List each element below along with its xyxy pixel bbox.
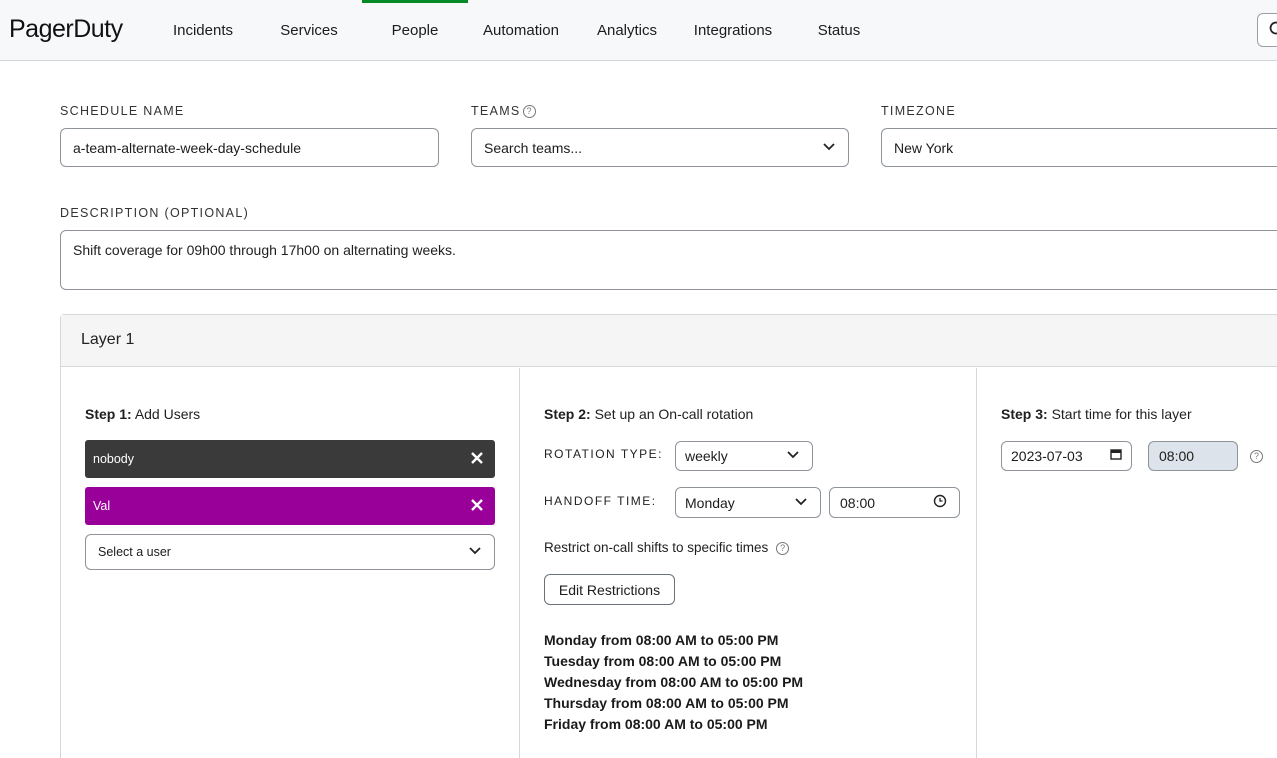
nav-integrations[interactable]: Integrations (688, 0, 778, 61)
schedule-name-input[interactable]: a-team-alternate-week-day-schedule (60, 128, 439, 167)
timezone-select[interactable]: New York (881, 128, 1277, 167)
help-icon[interactable]: ? (1250, 450, 1263, 463)
start-date-input[interactable]: 2023-07-03 (1001, 441, 1132, 471)
column-divider (976, 368, 977, 758)
pagerduty-logo[interactable]: PagerDuty (9, 15, 123, 44)
timezone-label: TIMEZONE (881, 104, 956, 118)
timezone-value: New York (894, 139, 954, 156)
step3-heading: Step 3: Start time for this layer (1001, 406, 1192, 422)
chevron-down-icon (822, 139, 836, 153)
step1-heading: Step 1: Add Users (85, 406, 200, 422)
edit-restrictions-button[interactable]: Edit Restrictions (544, 574, 675, 605)
nav-people[interactable]: People (362, 0, 468, 61)
step2-text: Set up an On-call rotation (594, 406, 754, 422)
teams-label-wrap: TEAMS? (471, 104, 536, 118)
chevron-down-icon (786, 447, 800, 461)
description-value: Shift coverage for 09h00 through 17h00 o… (73, 242, 456, 258)
restrict-label: Restrict on-call shifts to specific time… (544, 540, 769, 555)
rotation-type-value: weekly (685, 448, 728, 464)
user-name: Val (93, 499, 111, 513)
calendar-icon[interactable] (1109, 447, 1123, 461)
handoff-day-select[interactable]: Monday (675, 487, 821, 518)
search-icon (1268, 20, 1277, 43)
top-nav: PagerDuty Incidents Services People Auto… (0, 0, 1277, 61)
start-date-value: 2023-07-03 (1011, 448, 1083, 464)
nav-search-button[interactable] (1257, 13, 1277, 47)
nav-automation[interactable]: Automation (478, 0, 564, 61)
restrict-heading: Restrict on-call shifts to specific time… (544, 540, 790, 555)
handoff-time-value: 08:00 (840, 494, 876, 511)
help-icon[interactable]: ? (776, 542, 790, 555)
nav-incidents[interactable]: Incidents (163, 0, 243, 61)
description-textarea[interactable]: Shift coverage for 09h00 through 17h00 o… (60, 230, 1277, 290)
nav-services[interactable]: Services (269, 0, 349, 61)
handoff-time-label: HANDOFF TIME: (544, 494, 657, 508)
step1-prefix: Step 1: (85, 406, 132, 422)
layer-header: Layer 1 (61, 315, 1277, 367)
schedule-name-label: SCHEDULE NAME (60, 104, 185, 118)
user-name: nobody (93, 452, 135, 466)
handoff-time-input[interactable]: 08:00 (829, 487, 960, 518)
help-icon[interactable]: ? (522, 105, 536, 118)
clock-icon[interactable] (933, 494, 947, 508)
column-divider (519, 368, 520, 758)
user-pill: Val (85, 487, 495, 525)
step1-text: Add Users (134, 406, 201, 422)
start-time-input[interactable]: 08:00 (1148, 441, 1238, 471)
teams-placeholder: Search teams... (484, 139, 583, 156)
nav-analytics[interactable]: Analytics (590, 0, 664, 61)
restriction-item: Friday from 08:00 AM to 05:00 PM (544, 716, 768, 732)
handoff-day-value: Monday (685, 494, 735, 511)
remove-user-icon[interactable] (468, 496, 486, 514)
teams-label: TEAMS (471, 104, 521, 118)
remove-user-icon[interactable] (468, 449, 486, 467)
restriction-item: Thursday from 08:00 AM to 05:00 PM (544, 695, 789, 711)
restriction-item: Tuesday from 08:00 AM to 05:00 PM (544, 653, 782, 669)
step3-text: Start time for this layer (1051, 406, 1192, 422)
select-user-placeholder: Select a user (98, 545, 171, 559)
teams-select[interactable]: Search teams... (471, 128, 849, 167)
chevron-down-icon (468, 543, 482, 557)
description-label: DESCRIPTION (OPTIONAL) (60, 206, 250, 220)
select-user-dropdown[interactable]: Select a user (85, 534, 495, 570)
step2-heading: Step 2: Set up an On-call rotation (544, 406, 753, 422)
rotation-type-select[interactable]: weekly (675, 441, 813, 471)
start-time-value: 08:00 (1159, 448, 1195, 464)
restriction-item: Wednesday from 08:00 AM to 05:00 PM (544, 674, 804, 690)
layer-title: Layer 1 (81, 331, 135, 348)
user-pill: nobody (85, 440, 495, 478)
schedule-name-value: a-team-alternate-week-day-schedule (73, 139, 301, 156)
nav-status[interactable]: Status (810, 0, 868, 61)
step2-prefix: Step 2: (544, 406, 591, 422)
step3-prefix: Step 3: (1001, 406, 1048, 422)
restriction-item: Monday from 08:00 AM to 05:00 PM (544, 632, 779, 648)
chevron-down-icon (794, 494, 808, 508)
rotation-type-label: ROTATION TYPE: (544, 447, 664, 461)
